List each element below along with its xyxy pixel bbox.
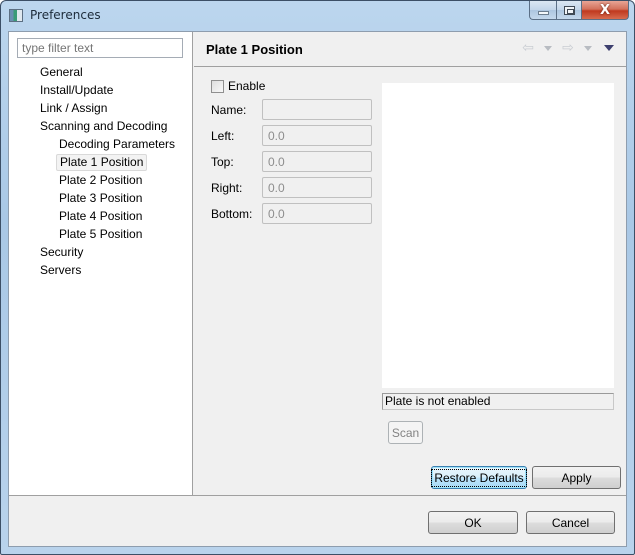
- minimize-icon: [537, 10, 549, 15]
- name-label: Name:: [211, 103, 247, 117]
- maximize-icon: [563, 5, 575, 15]
- ok-button[interactable]: OK: [428, 511, 518, 534]
- tree-item-install-update[interactable]: Install/Update: [37, 82, 116, 99]
- plate-preview-canvas: [382, 83, 614, 388]
- enable-checkbox-row[interactable]: Enable: [211, 79, 265, 93]
- page-navigation-toolbar: ⇦ ⇨: [520, 40, 618, 56]
- left-label: Left:: [211, 129, 235, 143]
- title-bar[interactable]: Preferences X: [1, 1, 634, 31]
- maximize-button[interactable]: [556, 1, 582, 20]
- scan-button[interactable]: Scan: [388, 421, 423, 444]
- apply-button[interactable]: Apply: [532, 466, 621, 489]
- title-separator: [194, 66, 626, 67]
- tree-item-security[interactable]: Security: [37, 244, 86, 261]
- tree-item-general[interactable]: General: [37, 64, 86, 81]
- button-bar-separator: [9, 495, 626, 496]
- bottom-field[interactable]: [262, 203, 372, 224]
- view-menu-icon[interactable]: [604, 45, 614, 51]
- tree-item-scanning-and-decoding[interactable]: Scanning and Decoding: [37, 118, 170, 135]
- tree-item-servers[interactable]: Servers: [37, 262, 84, 279]
- back-history-dropdown-icon[interactable]: [544, 45, 552, 51]
- forward-arrow-icon[interactable]: ⇨: [560, 40, 576, 56]
- right-field[interactable]: [262, 177, 372, 198]
- enable-label: Enable: [228, 79, 266, 93]
- preferences-window: Preferences X General Install/Update Lin…: [0, 0, 635, 555]
- forward-history-dropdown-icon[interactable]: [584, 45, 592, 51]
- name-field[interactable]: [262, 99, 372, 120]
- tree-item-plate-3-position[interactable]: Plate 3 Position: [56, 190, 145, 207]
- preference-page: Plate 1 Position ⇦ ⇨ Enable Name: Left: …: [194, 32, 626, 495]
- window-title: Preferences: [30, 8, 101, 22]
- top-field[interactable]: [262, 151, 372, 172]
- close-button[interactable]: X: [582, 1, 629, 20]
- bottom-label: Bottom:: [211, 207, 253, 221]
- tree-item-decoding-parameters[interactable]: Decoding Parameters: [56, 136, 178, 153]
- dialog-client-area: General Install/Update Link / Assign Sca…: [8, 31, 627, 547]
- right-label: Right:: [211, 181, 243, 195]
- window-controls: X: [529, 1, 629, 21]
- restore-defaults-button[interactable]: Restore Defaults: [431, 466, 527, 489]
- preferences-app-icon: [9, 9, 23, 22]
- restore-defaults-label: Restore Defaults: [431, 468, 527, 487]
- minimize-button[interactable]: [529, 1, 556, 20]
- left-field[interactable]: [262, 125, 372, 146]
- page-title: Plate 1 Position: [206, 42, 303, 57]
- tree-item-plate-4-position[interactable]: Plate 4 Position: [56, 208, 145, 225]
- tree-item-plate-1-position[interactable]: Plate 1 Position: [56, 154, 148, 171]
- close-icon: X: [599, 2, 611, 18]
- enable-checkbox[interactable]: [211, 79, 224, 93]
- tree-item-plate-5-position[interactable]: Plate 5 Position: [56, 226, 145, 243]
- tree-item-link-assign[interactable]: Link / Assign: [37, 100, 110, 117]
- top-label: Top:: [211, 155, 234, 169]
- filter-input[interactable]: [17, 38, 183, 58]
- back-arrow-icon[interactable]: ⇦: [520, 40, 536, 56]
- preference-tree-pane: General Install/Update Link / Assign Sca…: [9, 32, 193, 495]
- plate-status-text: Plate is not enabled: [382, 393, 614, 410]
- cancel-button[interactable]: Cancel: [526, 511, 615, 534]
- tree-item-plate-2-position[interactable]: Plate 2 Position: [56, 172, 145, 189]
